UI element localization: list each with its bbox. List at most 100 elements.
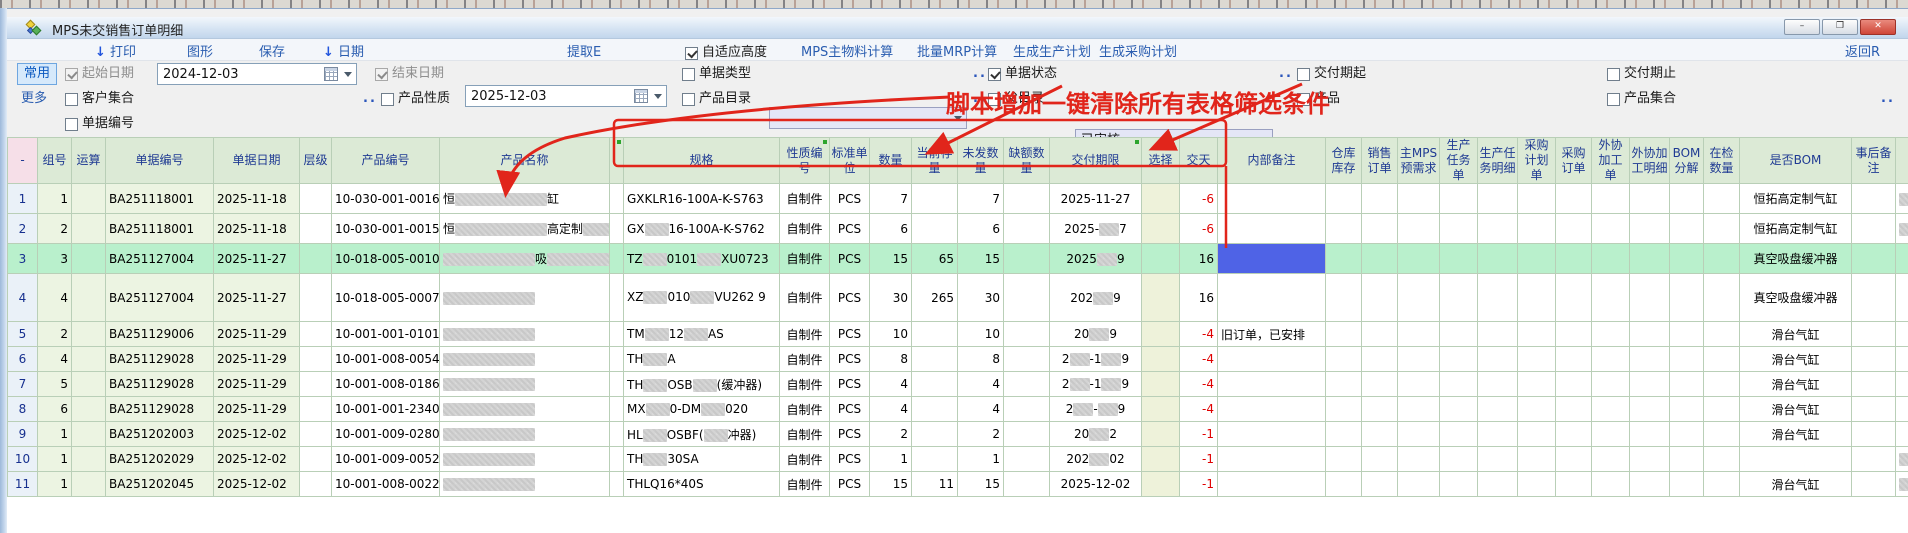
cell-qty[interactable]: 30 <box>870 274 912 322</box>
cell-purchase-order[interactable] <box>1556 274 1592 322</box>
cell-product-code[interactable]: 10-018-005-0007 <box>332 274 440 322</box>
cell-inspect-qty[interactable] <box>1704 422 1740 447</box>
cell-main-mps-demand[interactable] <box>1398 372 1440 397</box>
column-header-level[interactable]: 层级 <box>300 138 332 184</box>
cell-calc[interactable] <box>72 372 106 397</box>
cell-gap-col[interactable] <box>610 372 624 397</box>
cell-doc-no[interactable]: BA251202029 <box>106 447 214 472</box>
cell-internal-note[interactable] <box>1218 372 1326 397</box>
cell-unshipped-qty[interactable]: 15 <box>958 472 1004 497</box>
cell-row-number[interactable]: 2 <box>8 214 38 244</box>
cell-sales-order[interactable] <box>1362 347 1398 372</box>
cell-nature[interactable]: 自制件 <box>780 397 830 422</box>
column-header-doc-no[interactable]: 单据编号 <box>106 138 214 184</box>
cell-level[interactable] <box>300 472 332 497</box>
column-header-main-mps-demand[interactable]: 主MPS预需求 <box>1398 138 1440 184</box>
cell-product-name[interactable] <box>440 397 610 422</box>
cell-group-no[interactable]: 1 <box>38 447 72 472</box>
save-button[interactable]: 保存 <box>259 41 285 60</box>
cell-product-name[interactable] <box>440 422 610 447</box>
cell-prod-task[interactable] <box>1440 214 1478 244</box>
cell-group-no[interactable]: 4 <box>38 274 72 322</box>
cell-product-name[interactable] <box>440 322 610 347</box>
cell-select[interactable] <box>1142 214 1180 244</box>
cell-prod-task[interactable] <box>1440 347 1478 372</box>
cell-purchase-order[interactable] <box>1556 372 1592 397</box>
cell-warehouse-stock[interactable] <box>1326 184 1362 214</box>
cell-calc[interactable] <box>72 214 106 244</box>
cell-doc-no[interactable]: BA251129028 <box>106 347 214 372</box>
cell-row-number[interactable]: 10 <box>8 447 38 472</box>
cell-shortage-qty[interactable] <box>1004 184 1050 214</box>
cell-outsource-detail[interactable] <box>1630 447 1670 472</box>
cell-after-note[interactable] <box>1852 372 1896 397</box>
cell-inspect-qty[interactable] <box>1704 274 1740 322</box>
cell-group-no[interactable]: 5 <box>38 372 72 397</box>
column-header-is-bom[interactable]: 是否BOM <box>1740 138 1852 184</box>
mps-material-calc-link[interactable]: MPS主物料计算 <box>801 41 893 60</box>
cell-level[interactable] <box>300 397 332 422</box>
cell-extra[interactable] <box>1896 184 1908 214</box>
cell-outsource-detail[interactable] <box>1630 397 1670 422</box>
cell-deliver-date[interactable]: 2-19 <box>1050 347 1142 372</box>
cell-unit[interactable]: PCS <box>830 472 870 497</box>
doc-no-checkbox[interactable] <box>65 118 78 131</box>
column-header-current-stock[interactable]: 当前存量 <box>912 138 958 184</box>
cell-shortage-qty[interactable] <box>1004 347 1050 372</box>
cell-extra[interactable] <box>1896 347 1908 372</box>
cell-prod-task[interactable] <box>1440 447 1478 472</box>
cell-bom-explode[interactable] <box>1670 244 1704 274</box>
cell-unshipped-qty[interactable]: 10 <box>958 322 1004 347</box>
cell-row-number[interactable]: 5 <box>8 322 38 347</box>
cell-prod-task-detail[interactable] <box>1478 274 1518 322</box>
cell-warehouse-stock[interactable] <box>1326 322 1362 347</box>
cell-outsource-order[interactable] <box>1592 347 1630 372</box>
cell-is-bom[interactable]: 滑台气缸 <box>1740 322 1852 347</box>
cell-sales-order[interactable] <box>1362 422 1398 447</box>
orders-grid[interactable]: -组号运算单据编号单据日期层级产品编号产品名称规格性质编号标准单位数量当前存量未… <box>7 137 1908 533</box>
cell-group-no[interactable]: 1 <box>38 422 72 447</box>
cell-nature[interactable]: 自制件 <box>780 422 830 447</box>
cell-shortage-qty[interactable] <box>1004 244 1050 274</box>
cell-overdue-days[interactable]: 16 <box>1180 244 1218 274</box>
cell-select[interactable] <box>1142 184 1180 214</box>
cell-prod-task-detail[interactable] <box>1478 397 1518 422</box>
product-nature-checkbox[interactable] <box>381 93 394 106</box>
cell-prod-task[interactable] <box>1440 244 1478 274</box>
deliver-to-checkbox[interactable] <box>1607 68 1620 81</box>
cell-unit[interactable]: PCS <box>830 184 870 214</box>
cell-extra[interactable] <box>1896 372 1908 397</box>
close-button[interactable]: ✕ <box>1860 19 1896 35</box>
cell-product-code[interactable]: 10-001-008-0054 <box>332 347 440 372</box>
cell-prod-task-detail[interactable] <box>1478 347 1518 372</box>
cell-doc-date[interactable]: 2025-11-18 <box>214 214 300 244</box>
start-date-input[interactable]: 2024-12-03 <box>157 63 357 85</box>
cell-purchase-plan[interactable] <box>1518 447 1556 472</box>
cell-nature[interactable]: 自制件 <box>780 322 830 347</box>
cell-gap-col[interactable] <box>610 447 624 472</box>
cell-calc[interactable] <box>72 244 106 274</box>
cell-bom-explode[interactable] <box>1670 372 1704 397</box>
extract-button[interactable]: 提取E <box>567 41 601 60</box>
column-header-unshipped-qty[interactable]: 未发数量 <box>958 138 1004 184</box>
cell-current-stock[interactable] <box>912 422 958 447</box>
cell-purchase-plan[interactable] <box>1518 244 1556 274</box>
cell-unit[interactable]: PCS <box>830 447 870 472</box>
cell-after-note[interactable] <box>1852 422 1896 447</box>
cell-spec[interactable]: GXKLR16-100A-K-S763 <box>624 184 780 214</box>
customer-set-checkbox[interactable] <box>65 93 78 106</box>
cell-prod-task-detail[interactable] <box>1478 214 1518 244</box>
cell-current-stock[interactable] <box>912 372 958 397</box>
cell-product-code[interactable]: 10-001-001-2340 <box>332 397 440 422</box>
cell-row-number[interactable]: 3 <box>8 244 38 274</box>
cell-warehouse-stock[interactable] <box>1326 447 1362 472</box>
cell-doc-no[interactable]: BA251118001 <box>106 214 214 244</box>
cell-prod-task-detail[interactable] <box>1478 472 1518 497</box>
cell-qty[interactable]: 6 <box>870 214 912 244</box>
cell-select[interactable] <box>1142 244 1180 274</box>
cell-overdue-days[interactable]: -4 <box>1180 322 1218 347</box>
cell-shortage-qty[interactable] <box>1004 214 1050 244</box>
cell-row-number[interactable]: 7 <box>8 372 38 397</box>
cell-prod-task[interactable] <box>1440 397 1478 422</box>
cell-sales-order[interactable] <box>1362 322 1398 347</box>
